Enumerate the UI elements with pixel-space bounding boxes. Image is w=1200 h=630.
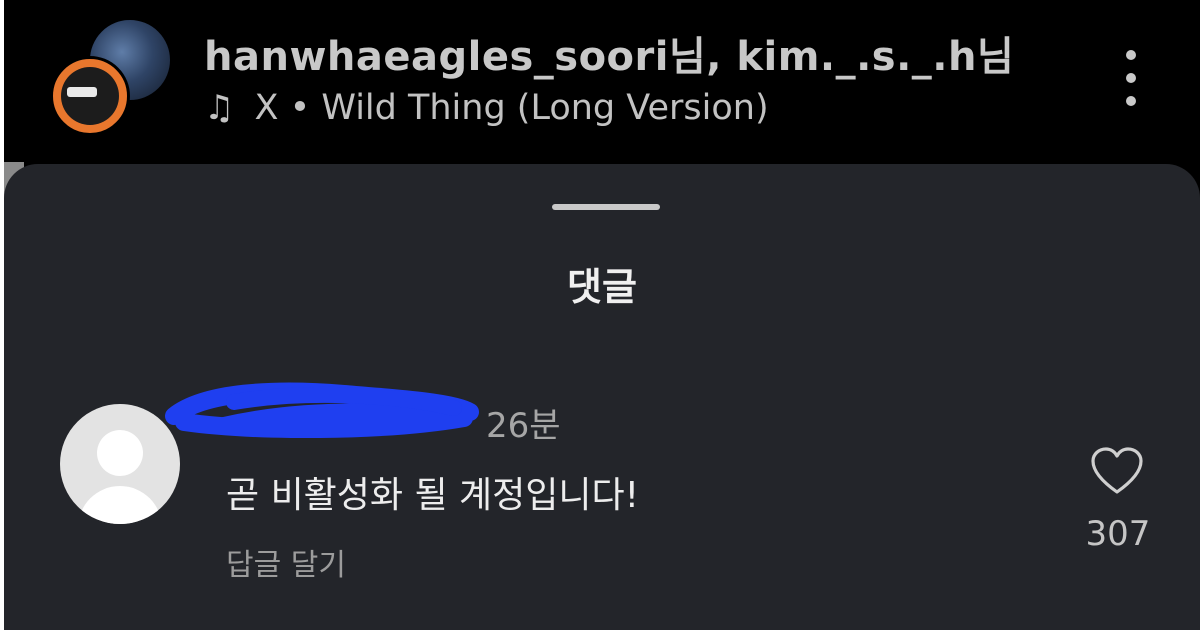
sheet-drag-handle[interactable] xyxy=(552,204,660,210)
track-title: X • Wild Thing (Long Version) xyxy=(254,88,769,128)
music-track[interactable]: ♫ X • Wild Thing (Long Version) xyxy=(204,88,769,128)
sheet-title: 댓글 xyxy=(567,265,637,309)
author-avatar[interactable] xyxy=(50,56,130,136)
comments-sheet: 댓글 kimmk 26분 곧 비활성화 될 계정입니다! 답글 달기 307 xyxy=(4,164,1200,630)
username-redaction xyxy=(165,382,479,438)
post-usernames[interactable]: hanwhaeagles_soori님, kim._.s._.h님 xyxy=(204,24,1014,82)
music-note-icon: ♫ xyxy=(204,88,235,128)
more-vertical-icon[interactable] xyxy=(1120,50,1142,106)
avatar-body xyxy=(78,486,162,524)
app-frame: hanwhaeagles_soori님, kim._.s._.h님 ♫ X • … xyxy=(4,0,1200,630)
comment-time: 26분 xyxy=(486,406,561,446)
commenter-avatar[interactable] xyxy=(60,404,180,524)
post-header: hanwhaeagles_soori님, kim._.s._.h님 ♫ X • … xyxy=(4,0,1200,162)
comment-text: 곧 비활성화 될 계정입니다! xyxy=(226,475,640,516)
author-avatar-mask xyxy=(67,87,97,97)
avatar-head xyxy=(97,430,143,476)
like-count: 307 xyxy=(1085,514,1151,554)
heart-icon[interactable] xyxy=(1090,446,1144,496)
reply-button[interactable]: 답글 달기 xyxy=(226,540,346,584)
